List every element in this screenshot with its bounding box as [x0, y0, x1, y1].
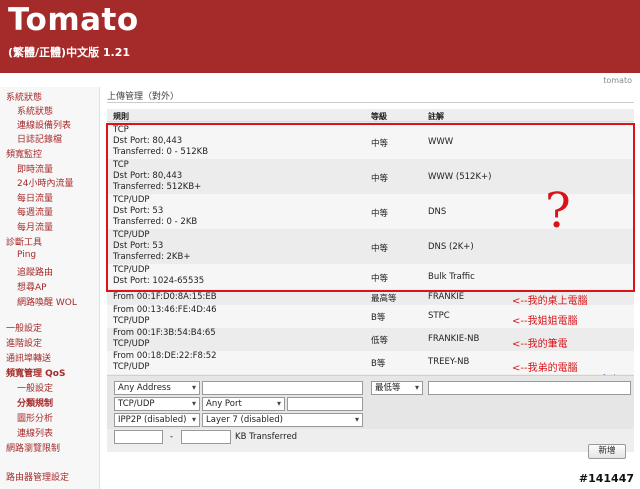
sidebar-item-status-overview[interactable]: 系統狀態	[17, 104, 53, 117]
sidebar-item-status[interactable]: 系統狀態	[6, 90, 42, 103]
note-cell: DNS (2K+)	[428, 242, 474, 252]
column-header-note[interactable]: 註解	[428, 111, 444, 122]
kb-range-dash: -	[170, 432, 174, 442]
sidebar-item-wol[interactable]: 網路喚醒 WOL	[17, 295, 77, 308]
sidebar-item-qos[interactable]: 頻寬管理 QoS	[6, 366, 65, 379]
address-select[interactable]: Any Address	[114, 381, 200, 395]
table-row[interactable]: TCP Dst Port: 80,443 Transferred: 0 - 51…	[107, 124, 634, 159]
table-row[interactable]: TCP/UDP Dst Port: 1024-65535 中等 Bulk Tra…	[107, 264, 634, 289]
main-content: 上傳管理（對外） 規則 等級 註解 TCP Dst Port: 80,443 T…	[101, 87, 640, 489]
rule-cell: TCP Dst Port: 80,443 Transferred: 0 - 51…	[113, 125, 209, 157]
port-select[interactable]: Any Port	[202, 397, 285, 411]
note-cell: WWW	[428, 137, 454, 147]
sidebar-item-weekly[interactable]: 每週流量	[17, 205, 53, 218]
sidebar-item-connections[interactable]: 連線列表	[17, 426, 53, 439]
annotation-note: <--我姐姐電腦	[512, 316, 578, 327]
sidebar-item-graphs[interactable]: 圖形分析	[17, 411, 53, 424]
sidebar-item-daily[interactable]: 每日流量	[17, 191, 53, 204]
app-header: Tomato (繁體/正體)中文版 1.21	[0, 0, 640, 73]
level-cell: 中等	[371, 174, 389, 184]
note-cell: STPC	[428, 311, 450, 321]
note-cell: FRANKIE-NB	[428, 334, 480, 344]
brand-label: tomato	[603, 76, 632, 85]
rule-cell: TCP/UDP Dst Port: 53 Transferred: 0 - 2K…	[113, 195, 198, 227]
rule-cell: From 00:18:DE:22:F8:52 TCP/UDP	[113, 351, 217, 372]
sidebar-item-device-list[interactable]: 連線設備列表	[17, 118, 71, 131]
sidebar-item-port-forwarding[interactable]: 通訊埠轉送	[6, 351, 51, 364]
address-input[interactable]	[202, 381, 363, 395]
annotation-note: <--我的桌上電腦	[512, 296, 588, 307]
section-title: 上傳管理（對外）	[107, 92, 180, 102]
level-cell: 中等	[371, 244, 389, 254]
level-cell: 中等	[371, 139, 389, 149]
watermark-id: #141447	[578, 472, 634, 485]
sidebar-item-access-restriction[interactable]: 網路瀏覽限制	[6, 441, 60, 454]
annotation-note: <--我的筆電	[512, 339, 568, 350]
port-input[interactable]	[287, 397, 363, 411]
note-cell: DNS	[428, 207, 447, 217]
level-cell: 低等	[371, 336, 389, 346]
kb-transferred-label: KB Transferred	[235, 432, 298, 442]
annotation-question-mark: ?	[545, 183, 571, 239]
sidebar-item-24h[interactable]: 24小時內流量	[17, 176, 73, 189]
rule-cell: TCP Dst Port: 80,443 Transferred: 512KB+	[113, 160, 202, 192]
sidebar-item-basic[interactable]: 一般設定	[6, 321, 42, 334]
level-cell: B等	[371, 359, 386, 369]
ipp2p-select[interactable]: IPP2P (disabled)	[114, 413, 200, 427]
level-select[interactable]: 最低等	[371, 381, 423, 395]
sidebar-item-bandwidth[interactable]: 頻寬監控	[6, 147, 42, 160]
note-cell: TREEY-NB	[428, 357, 470, 367]
layer7-select[interactable]: Layer 7 (disabled)	[202, 413, 363, 427]
table-header: 規則 等級 註解	[107, 109, 634, 122]
level-cell: 最高等	[371, 294, 397, 304]
rule-editor: Any Address 最低等 TCP/UDP Any Port IPP2P (…	[107, 375, 634, 429]
app-title: Tomato	[8, 2, 139, 38]
rule-cell: TCP/UDP Dst Port: 1024-65535	[113, 265, 205, 286]
sidebar-item-classification[interactable]: 分類規制	[17, 396, 53, 409]
add-rule-button[interactable]: 新增	[588, 444, 626, 459]
level-cell: 中等	[371, 274, 389, 284]
note-input[interactable]	[428, 381, 631, 395]
section-divider	[107, 102, 634, 103]
sidebar-item-tools[interactable]: 診斷工具	[6, 235, 42, 248]
sidebar-item-realtime[interactable]: 即時流量	[17, 162, 53, 175]
sidebar-item-advanced[interactable]: 進階設定	[6, 336, 42, 349]
column-header-level[interactable]: 等級	[371, 111, 387, 122]
rule-cell: From 00:1F:3B:54:B4:65 TCP/UDP	[113, 328, 216, 349]
annotation-note: <--我弟的電腦	[512, 363, 578, 374]
sidebar-item-trace[interactable]: 追蹤路由	[17, 265, 53, 278]
sidebar-item-logs[interactable]: 日誌記錄檔	[17, 132, 62, 145]
sidebar-item-ping[interactable]: Ping	[17, 250, 36, 260]
sidebar-item-monthly[interactable]: 每月流量	[17, 220, 53, 233]
kb-to-input[interactable]	[181, 430, 231, 444]
sidebar-item-qos-basic[interactable]: 一般設定	[17, 381, 53, 394]
sidebar-item-wireless-survey[interactable]: 想尋AP	[17, 280, 47, 293]
level-cell: 中等	[371, 209, 389, 219]
note-cell: WWW (512K+)	[428, 172, 492, 182]
sidebar-item-administration[interactable]: 路由器管理設定	[6, 470, 69, 483]
sidebar: 系統狀態 系統狀態 連線設備列表 日誌記錄檔 頻寬監控 即時流量 24小時內流量…	[0, 87, 100, 489]
rule-cell: TCP/UDP Dst Port: 53 Transferred: 2KB+	[113, 230, 191, 262]
note-cell: Bulk Traffic	[428, 272, 475, 282]
rule-cell: From 00:13:46:FE:4D:46 TCP/UDP	[113, 305, 217, 326]
level-cell: B等	[371, 313, 386, 323]
top-strip: tomato	[0, 73, 640, 87]
kb-from-input[interactable]	[114, 430, 163, 444]
rule-cell: From 00:1F:D0:8A:15:EB	[113, 292, 217, 302]
note-cell: FRANKIE	[428, 292, 465, 302]
column-header-rule[interactable]: 規則	[113, 111, 129, 122]
app-subtitle: (繁體/正體)中文版 1.21	[8, 46, 131, 59]
protocol-select[interactable]: TCP/UDP	[114, 397, 200, 411]
